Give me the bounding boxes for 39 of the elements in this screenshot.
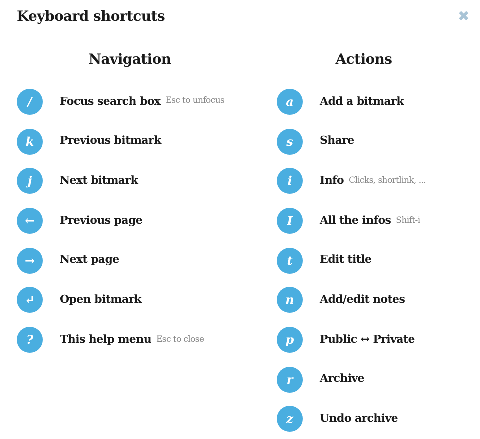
shortcut-label: Previous page	[60, 212, 143, 229]
key-badge: k	[17, 128, 43, 155]
shortcut-label: Next page	[60, 252, 120, 268]
section-heading: Actions	[334, 51, 394, 70]
section-heading: Navigation	[88, 51, 172, 70]
key-badge: ↵	[17, 287, 43, 314]
key-badge: z	[277, 406, 303, 432]
shortcut-label: Add a bitmark	[320, 94, 404, 110]
shortcut-label: Undo archive	[320, 411, 398, 428]
key-badge: n	[277, 287, 303, 314]
key-badge: a	[277, 88, 303, 115]
shortcut-label: Edit title	[320, 252, 372, 268]
shortcut-label: Focus search box	[60, 94, 161, 110]
shortcut-label: All the infos	[320, 212, 392, 229]
shortcut-label: Previous bitmark	[60, 133, 162, 150]
shortcut-hint: Esc to close	[156, 334, 204, 346]
dialog-title: Keyboard shortcuts	[17, 8, 166, 26]
shortcut-hint: Esc to unfocus	[166, 95, 225, 108]
key-badge: p	[277, 326, 303, 353]
shortcut-hint: Shift-i	[396, 214, 420, 228]
key-badge: t	[277, 248, 303, 274]
shortcut-label: This help menu	[60, 332, 152, 348]
shortcut-hint: Clicks, shortlink, ...	[349, 174, 426, 188]
shortcut-label: Info	[320, 172, 344, 189]
key-badge: i	[277, 168, 303, 194]
key-badge: /	[17, 88, 43, 115]
shortcut-label: Share	[320, 133, 354, 150]
shortcut-label: Add/edit notes	[320, 292, 406, 308]
key-badge: I	[277, 208, 303, 234]
shortcut-label: Open bitmark	[60, 292, 142, 308]
key-badge: ←	[17, 208, 43, 234]
key-badge: r	[277, 366, 303, 393]
shortcut-label: Next bitmark	[60, 172, 138, 189]
key-badge: s	[277, 128, 303, 155]
key-badge: →	[17, 248, 43, 274]
shortcut-label: Public ↔ Private	[320, 332, 415, 348]
shortcut-label: Archive	[320, 371, 364, 388]
key-badge: ?	[17, 326, 43, 353]
key-badge: j	[17, 168, 43, 194]
